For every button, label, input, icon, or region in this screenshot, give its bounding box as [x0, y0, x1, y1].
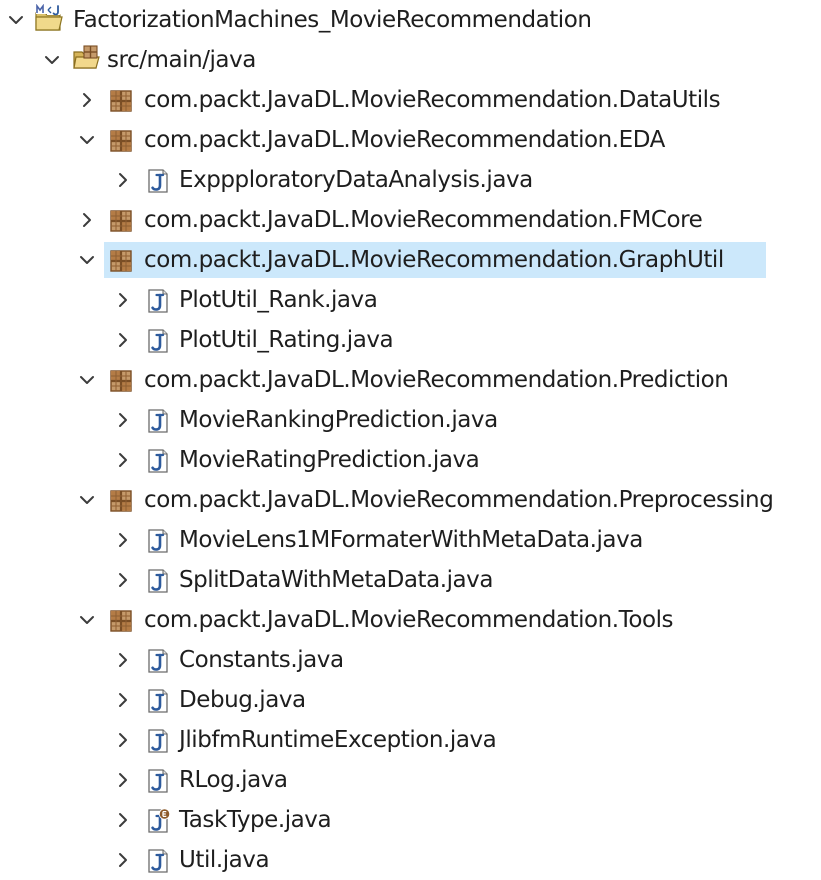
java-file-icon [145, 728, 171, 754]
tree-item-project[interactable]: FactorizationMachines_MovieRecommendatio… [0, 0, 821, 40]
chevron-right-icon[interactable] [115, 332, 131, 348]
tree-item-java-file[interactable]: MovieLens1MFormaterWithMetaData.java [0, 520, 821, 560]
tree-item-java-file[interactable]: JlibfmRuntimeException.java [0, 720, 821, 760]
java-file-name: Util.java [179, 847, 270, 873]
java-file-icon [145, 168, 171, 194]
tree-item-package[interactable]: com.packt.JavaDL.MovieRecommendation.Pre… [0, 360, 821, 400]
package-name: com.packt.JavaDL.MovieRecommendation.FMC… [144, 207, 703, 233]
chevron-down-icon[interactable] [79, 132, 95, 148]
java-file-name: Constants.java [179, 647, 344, 673]
java-file-icon [145, 648, 171, 674]
chevron-down-icon[interactable] [79, 252, 95, 268]
chevron-right-icon[interactable] [115, 812, 131, 828]
java-file-icon [145, 688, 171, 714]
chevron-right-icon[interactable] [115, 652, 131, 668]
package-icon [108, 88, 134, 114]
java-file-name: PlotUtil_Rank.java [179, 287, 378, 313]
tree-item-java-file[interactable]: SplitDataWithMetaData.java [0, 560, 821, 600]
chevron-right-icon[interactable] [115, 692, 131, 708]
java-file-name: PlotUtil_Rating.java [179, 327, 394, 353]
tree-item-java-file[interactable]: PlotUtil_Rank.java [0, 280, 821, 320]
java-file-icon [145, 288, 171, 314]
package-explorer-tree: FactorizationMachines_MovieRecommendatio… [0, 0, 821, 880]
chevron-down-icon[interactable] [79, 492, 95, 508]
tree-item-java-file[interactable]: Util.java [0, 840, 821, 880]
source-folder-icon [72, 45, 100, 73]
java-file-icon [145, 328, 171, 354]
package-icon [108, 248, 134, 274]
java-file-name: MovieRankingPrediction.java [179, 407, 498, 433]
tree-item-java-file[interactable]: Debug.java [0, 680, 821, 720]
chevron-right-icon[interactable] [115, 572, 131, 588]
package-name: com.packt.JavaDL.MovieRecommendation.Pre… [144, 367, 729, 393]
java-file-icon [145, 568, 171, 594]
tree-item-package[interactable]: com.packt.JavaDL.MovieRecommendation.FMC… [0, 200, 821, 240]
chevron-down-icon[interactable] [79, 372, 95, 388]
package-icon [108, 128, 134, 154]
java-file-icon [145, 408, 171, 434]
java-file-name: SplitDataWithMetaData.java [179, 567, 493, 593]
tree-item-source-folder[interactable]: src/main/java [0, 40, 821, 80]
java-project-icon [34, 4, 64, 34]
chevron-right-icon[interactable] [115, 412, 131, 428]
chevron-down-icon[interactable] [8, 12, 24, 28]
chevron-right-icon[interactable] [79, 212, 95, 228]
tree-item-package[interactable]: com.packt.JavaDL.MovieRecommendation.Pre… [0, 480, 821, 520]
java-file-icon [145, 528, 171, 554]
java-file-icon [145, 848, 171, 874]
package-name: com.packt.JavaDL.MovieRecommendation.Too… [144, 607, 674, 633]
chevron-right-icon[interactable] [115, 172, 131, 188]
java-file-icon [145, 448, 171, 474]
tree-item-java-file[interactable]: MovieRatingPrediction.java [0, 440, 821, 480]
tree-item-package[interactable]: com.packt.JavaDL.MovieRecommendation.Dat… [0, 80, 821, 120]
java-file-name: MovieRatingPrediction.java [179, 447, 480, 473]
java-file-name: JlibfmRuntimeException.java [179, 727, 497, 753]
chevron-right-icon[interactable] [115, 732, 131, 748]
tree-item-java-file[interactable]: RLog.java [0, 760, 821, 800]
package-name: com.packt.JavaDL.MovieRecommendation.Gra… [144, 247, 724, 273]
package-icon [108, 208, 134, 234]
tree-item-package[interactable]: com.packt.JavaDL.MovieRecommendation.Too… [0, 600, 821, 640]
java-file-name: ExppploratoryDataAnalysis.java [179, 167, 533, 193]
java-file-name: TaskType.java [179, 807, 332, 833]
project-name: FactorizationMachines_MovieRecommendatio… [73, 7, 592, 33]
package-name: com.packt.JavaDL.MovieRecommendation.EDA [144, 127, 665, 153]
tree-item-java-file[interactable]: ExppploratoryDataAnalysis.java [0, 160, 821, 200]
java-file-icon [145, 768, 171, 794]
tree-item-java-file[interactable]: Constants.java [0, 640, 821, 680]
package-icon [108, 608, 134, 634]
package-name: com.packt.JavaDL.MovieRecommendation.Pre… [144, 487, 774, 513]
package-icon [108, 488, 134, 514]
chevron-right-icon[interactable] [115, 452, 131, 468]
java-enum-file-icon [145, 808, 171, 834]
tree-item-java-file[interactable]: MovieRankingPrediction.java [0, 400, 821, 440]
chevron-down-icon[interactable] [44, 52, 60, 68]
package-icon [108, 368, 134, 394]
tree-item-package[interactable]: com.packt.JavaDL.MovieRecommendation.EDA [0, 120, 821, 160]
chevron-right-icon[interactable] [115, 532, 131, 548]
chevron-right-icon[interactable] [115, 772, 131, 788]
java-file-name: RLog.java [179, 767, 288, 793]
java-file-name: Debug.java [179, 687, 306, 713]
tree-item-package[interactable]: com.packt.JavaDL.MovieRecommendation.Gra… [0, 240, 821, 280]
chevron-right-icon[interactable] [115, 852, 131, 868]
package-name: com.packt.JavaDL.MovieRecommendation.Dat… [144, 87, 721, 113]
tree-item-java-file[interactable]: TaskType.java [0, 800, 821, 840]
java-file-name: MovieLens1MFormaterWithMetaData.java [179, 527, 643, 553]
source-folder-name: src/main/java [107, 47, 256, 73]
chevron-right-icon[interactable] [115, 292, 131, 308]
tree-item-java-file[interactable]: PlotUtil_Rating.java [0, 320, 821, 360]
chevron-right-icon[interactable] [79, 92, 95, 108]
chevron-down-icon[interactable] [79, 612, 95, 628]
